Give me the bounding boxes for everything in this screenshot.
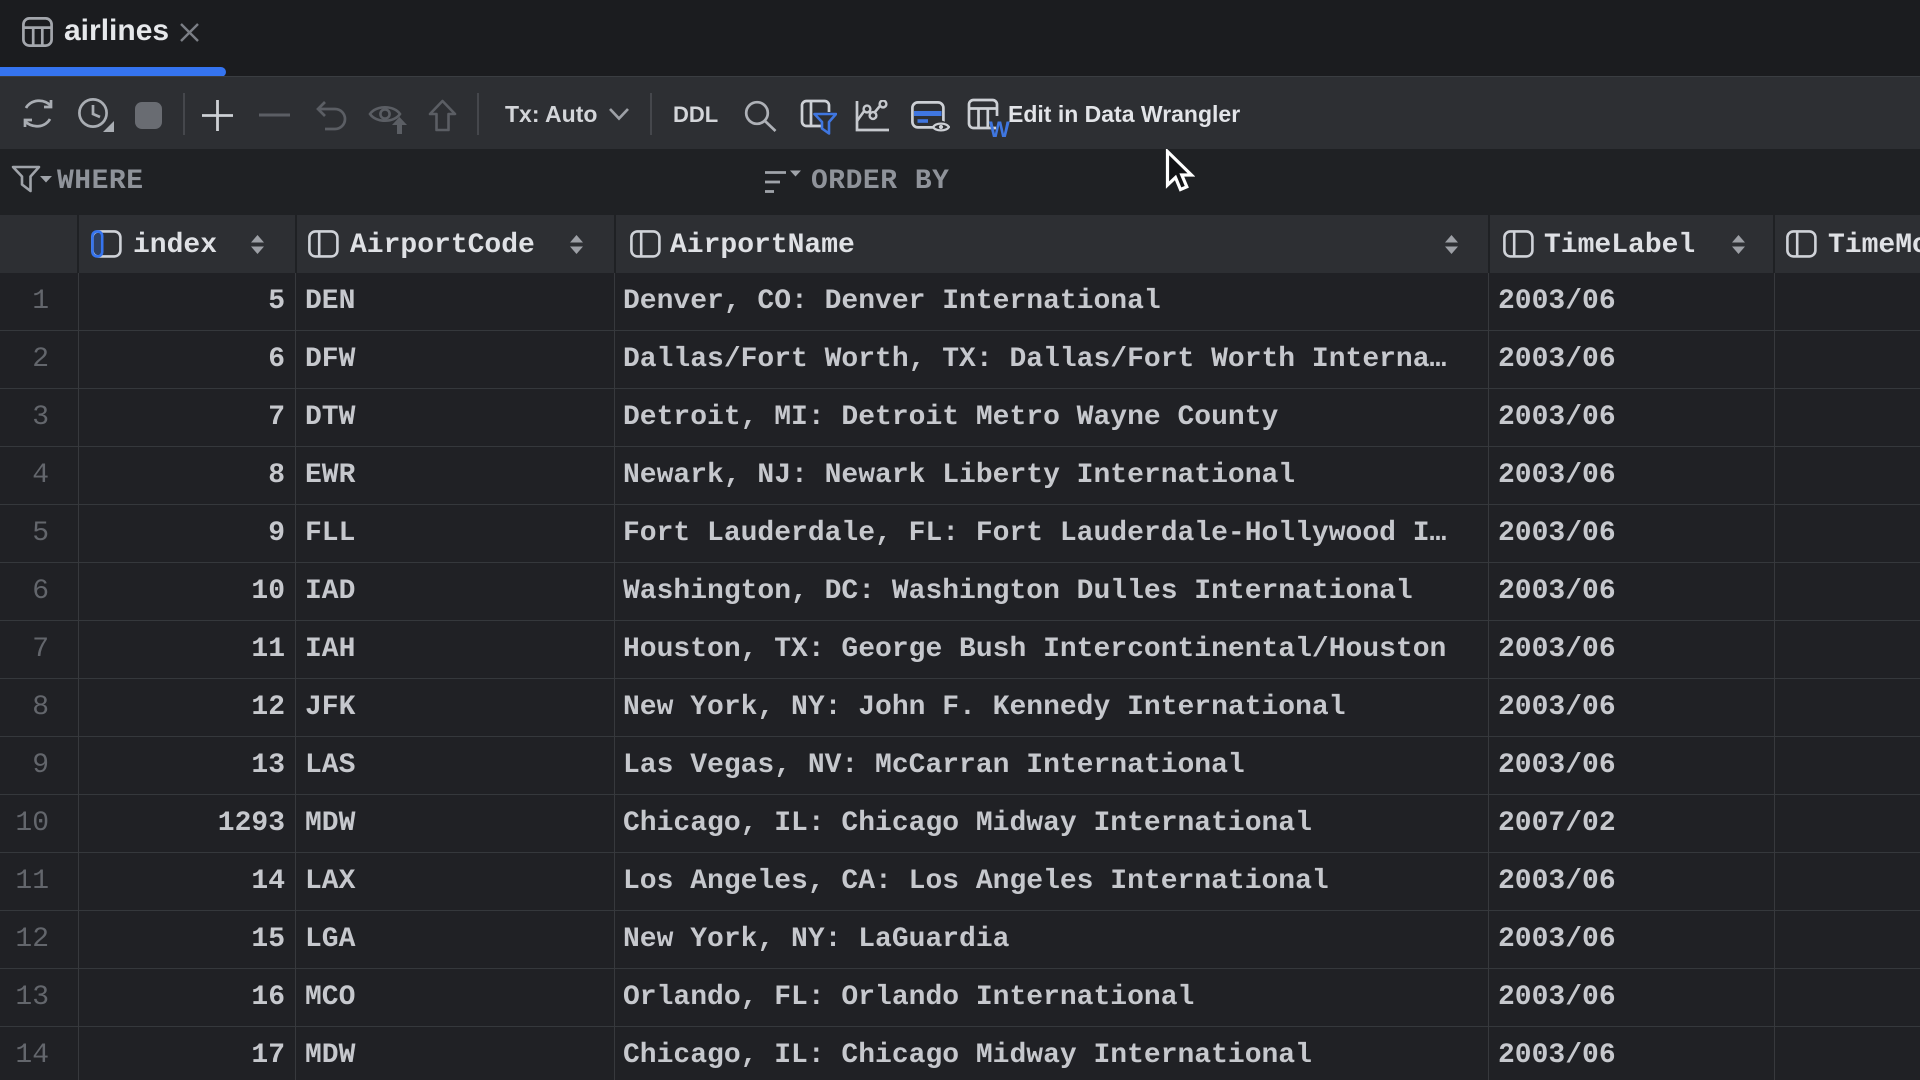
svg-text:W: W xyxy=(989,117,1010,138)
